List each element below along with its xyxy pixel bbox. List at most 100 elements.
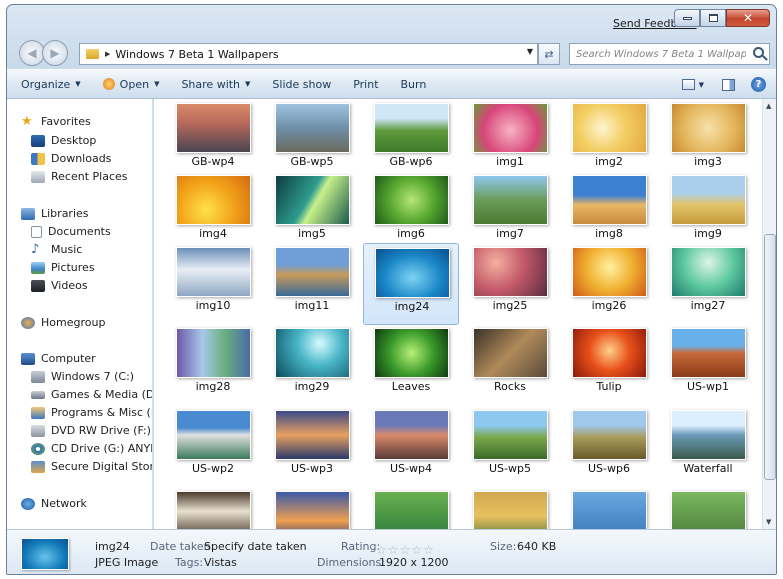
libraries-icon	[21, 207, 35, 220]
sidebar-item-drive-d[interactable]: Games & Media (D:)	[31, 386, 152, 403]
desktop-icon	[31, 134, 45, 147]
file-item[interactable]: Rocks	[462, 324, 558, 406]
sidebar-item-secure-digital[interactable]: Secure Digital Storag	[31, 458, 152, 475]
file-item[interactable]: US-wp4	[363, 406, 459, 488]
breadcrumb-separator-icon[interactable]: ▶	[105, 50, 110, 58]
sidebar-item-pictures[interactable]: Pictures	[31, 259, 95, 276]
file-item[interactable]: img8	[561, 171, 657, 253]
file-item[interactable]: img11	[264, 243, 360, 325]
address-dropdown-icon[interactable]: ▼	[527, 47, 533, 56]
share-with-button[interactable]: Share with ▼	[181, 78, 250, 91]
organize-button[interactable]: Organize ▼	[21, 78, 81, 91]
file-item[interactable]: US-wp5	[462, 406, 558, 488]
computer-icon	[21, 352, 35, 365]
file-item[interactable]: img24	[363, 243, 459, 325]
help-icon[interactable]: ?	[751, 77, 766, 92]
file-item[interactable]: img28	[165, 324, 261, 406]
open-button[interactable]: Open ▼	[102, 78, 159, 91]
details-pane: img24 JPEG Image Date taken: Specify dat…	[7, 529, 776, 574]
file-name-label: GB-wp6	[389, 155, 433, 168]
star-icon[interactable]: ☆	[376, 544, 387, 556]
file-item[interactable]: img1	[462, 99, 558, 181]
print-button[interactable]: Print	[353, 78, 378, 91]
file-item[interactable]: Tulip	[561, 324, 657, 406]
file-item[interactable]: img7	[462, 171, 558, 253]
sidebar-item-drive-g[interactable]: CD Drive (G:) ANYDA	[31, 440, 152, 457]
sidebar-item-drive-c[interactable]: Windows 7 (C:)	[31, 368, 134, 385]
maximize-button[interactable]	[700, 9, 726, 27]
sidebar-item-videos[interactable]: Videos	[31, 277, 88, 294]
rating-stars[interactable]: ☆ ☆ ☆ ☆ ☆	[376, 544, 435, 556]
breadcrumb-current-folder[interactable]: Windows 7 Beta 1 Wallpapers	[115, 48, 278, 61]
file-item[interactable]: img6	[363, 171, 459, 253]
sidebar-item-homegroup[interactable]: Homegroup	[21, 314, 105, 331]
file-item[interactable]: US-wp3	[264, 406, 360, 488]
file-thumbnail	[671, 247, 746, 297]
file-item[interactable]: US-wp2	[165, 406, 261, 488]
preview-pane-icon[interactable]	[722, 78, 735, 91]
file-item[interactable]: GB-wp6	[363, 99, 459, 181]
search-input[interactable]	[576, 48, 746, 60]
vertical-scrollbar[interactable]: ▲ ▼	[762, 99, 776, 529]
file-item[interactable]: Waterfall	[660, 406, 756, 488]
star-icon[interactable]: ☆	[423, 544, 434, 556]
file-item[interactable]: US-wp6	[561, 406, 657, 488]
file-name-label: img5	[298, 227, 326, 240]
scrollbar-thumb[interactable]	[764, 234, 776, 480]
change-view-icon[interactable]	[681, 79, 695, 90]
burn-button[interactable]: Burn	[401, 78, 427, 91]
sidebar-item-desktop[interactable]: Desktop	[31, 132, 96, 149]
scroll-down-icon[interactable]: ▼	[766, 518, 771, 526]
search-icon[interactable]	[753, 47, 764, 58]
file-item[interactable]: img3	[660, 99, 756, 181]
file-item[interactable]	[660, 487, 756, 529]
file-item[interactable]	[165, 487, 261, 529]
search-box[interactable]	[569, 43, 770, 65]
file-item[interactable]: img10	[165, 243, 261, 325]
sidebar-item-computer[interactable]: Computer	[21, 350, 96, 367]
chevron-down-icon: ▼	[75, 80, 81, 88]
minimize-button[interactable]	[674, 9, 700, 27]
file-item[interactable]: img25	[462, 243, 558, 325]
file-item[interactable]	[561, 487, 657, 529]
file-item[interactable]: Leaves	[363, 324, 459, 406]
scroll-up-icon[interactable]: ▲	[766, 102, 771, 110]
file-item[interactable]: US-wp1	[660, 324, 756, 406]
sidebar-item-network[interactable]: Network	[21, 495, 87, 512]
star-icon[interactable]: ☆	[388, 544, 399, 556]
refresh-button[interactable]: ⇄	[538, 43, 560, 65]
date-taken-value[interactable]: Specify date taken	[204, 540, 307, 553]
file-item[interactable]	[462, 487, 558, 529]
sidebar-item-downloads[interactable]: Downloads	[31, 150, 111, 167]
file-item[interactable]: GB-wp4	[165, 99, 261, 181]
file-item[interactable]: GB-wp5	[264, 99, 360, 181]
file-item[interactable]: img4	[165, 171, 261, 253]
sidebar-item-drive-e[interactable]: Programs & Misc (E:	[31, 404, 152, 421]
sidebar-item-recent-places[interactable]: Recent Places	[31, 168, 128, 185]
close-button[interactable]: ✕	[726, 9, 770, 27]
dimensions-value: 1920 x 1200	[379, 556, 449, 569]
tags-value[interactable]: Vistas	[204, 556, 237, 569]
star-icon[interactable]: ☆	[400, 544, 411, 556]
star-icon[interactable]: ☆	[411, 544, 422, 556]
file-item[interactable]	[264, 487, 360, 529]
file-item[interactable]: img27	[660, 243, 756, 325]
file-thumbnail	[374, 410, 449, 460]
slide-show-button[interactable]: Slide show	[272, 78, 331, 91]
forward-button[interactable]: ▶	[42, 40, 68, 66]
file-item[interactable]: img5	[264, 171, 360, 253]
sidebar-item-music[interactable]: ♪ Music	[31, 241, 82, 258]
file-item[interactable]: img29	[264, 324, 360, 406]
sidebar-item-favorites[interactable]: ★ Favorites	[21, 113, 91, 130]
music-icon: ♪	[31, 241, 40, 257]
sidebar-item-libraries[interactable]: Libraries	[21, 205, 89, 222]
file-item[interactable]: img9	[660, 171, 756, 253]
sidebar-item-documents[interactable]: Documents	[31, 223, 111, 240]
address-bar[interactable]: ▶ Windows 7 Beta 1 Wallpapers ▼	[79, 43, 538, 65]
view-dropdown-icon[interactable]: ▼	[699, 81, 704, 89]
file-item[interactable]	[363, 487, 459, 529]
file-item[interactable]: img2	[561, 99, 657, 181]
sidebar-item-drive-f[interactable]: DVD RW Drive (F:) O	[31, 422, 152, 439]
command-bar: Organize ▼ Open ▼ Share with ▼ Slide show P…	[7, 69, 776, 99]
file-item[interactable]: img26	[561, 243, 657, 325]
